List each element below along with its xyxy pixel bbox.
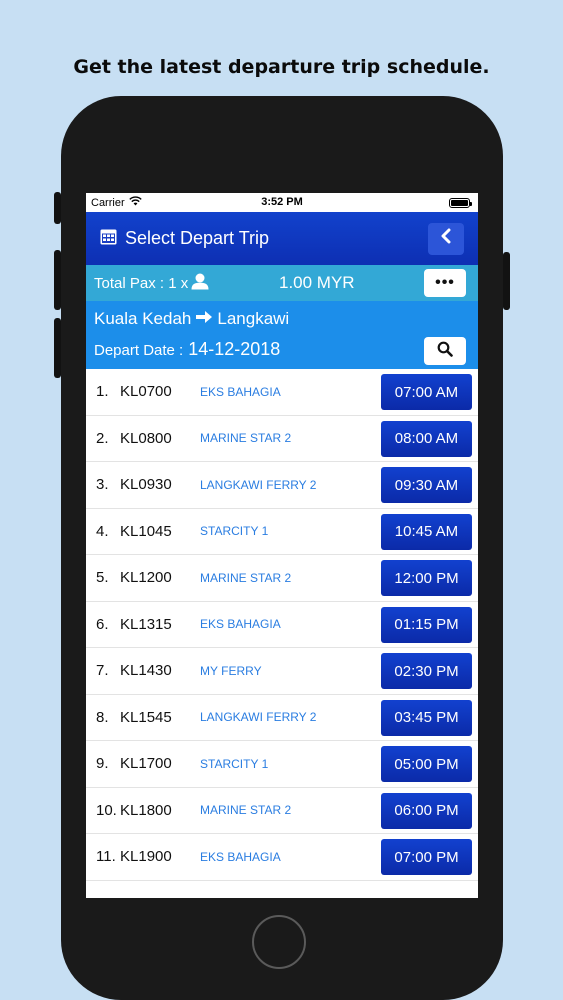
total-pax: Total Pax : 1 x: [94, 273, 209, 294]
vessel-name: MY FERRY: [200, 663, 262, 678]
trip-row[interactable]: 7. KL1430 MY FERRY 02:30 PM: [86, 648, 478, 695]
trip-code: KL1315: [120, 615, 172, 633]
vessel-name: LANGKAWI FERRY 2: [200, 710, 317, 725]
app-screen: Carrier 3:52 PM Select Depart Trip Total…: [86, 193, 478, 898]
trip-number: 4.: [96, 522, 109, 540]
trip-row[interactable]: 5. KL1200 MARINE STAR 2 12:00 PM: [86, 555, 478, 602]
route-to: Langkawi: [217, 309, 290, 328]
phone-volume-up: [54, 250, 61, 310]
vessel-name: LANGKAWI FERRY 2: [200, 477, 317, 492]
trip-row[interactable]: 9. KL1700 STARCITY 1 05:00 PM: [86, 741, 478, 788]
search-button[interactable]: [424, 337, 466, 365]
trip-number: 8.: [96, 708, 109, 726]
trip-row[interactable]: 10. KL1800 MARINE STAR 2 06:00 PM: [86, 788, 478, 834]
total-price: 1.00 MYR: [279, 273, 355, 292]
trip-number: 9.: [96, 755, 109, 773]
trip-row[interactable]: 4. KL1045 STARCITY 1 10:45 AM: [86, 509, 478, 555]
trip-code: KL0930: [120, 476, 172, 494]
trip-number: 11.: [96, 848, 116, 866]
departure-time-button[interactable]: 09:30 AM: [381, 467, 472, 503]
trip-number: 2.: [96, 429, 109, 447]
phone-side-button: [54, 192, 61, 224]
chevron-left-icon: [440, 228, 452, 249]
departure-time-button[interactable]: 05:00 PM: [381, 746, 472, 782]
departure-time-button[interactable]: 10:45 AM: [381, 513, 472, 550]
trip-number: 7.: [96, 662, 109, 680]
departure-time-button[interactable]: 06:00 PM: [381, 792, 472, 829]
status-time: 3:52 PM: [261, 196, 303, 208]
trip-code: KL1045: [120, 522, 172, 540]
promo-headline: Get the latest departure trip schedule.: [73, 56, 490, 78]
search-icon: [437, 341, 453, 362]
more-options-button[interactable]: •••: [424, 269, 466, 297]
nav-bar: Select Depart Trip: [86, 212, 478, 265]
depart-date-label: Depart Date :: [94, 342, 184, 359]
trip-code: KL1800: [120, 801, 172, 819]
page-title: Select Depart Trip: [125, 228, 270, 248]
trip-number: 5.: [96, 569, 109, 587]
departure-time-button[interactable]: 07:00 PM: [381, 839, 472, 875]
back-button[interactable]: [428, 222, 464, 255]
trip-code: KL1430: [120, 662, 172, 680]
trip-row[interactable]: 2. KL0800 MARINE STAR 2 08:00 AM: [86, 416, 478, 462]
more-icon: •••: [435, 274, 455, 291]
route: Kuala Kedah Langkawi: [94, 309, 289, 329]
vessel-name: MARINE STAR 2: [200, 431, 292, 446]
trip-code: KL1545: [120, 708, 172, 726]
trip-row[interactable]: 6. KL1315 EKS BAHAGIA 01:15 PM: [86, 602, 478, 648]
depart-date: Depart Date : 14-12-2018: [94, 339, 280, 360]
trip-row[interactable]: 11. KL1900 EKS BAHAGIA 07:00 PM: [86, 834, 478, 881]
trip-code: KL0700: [120, 383, 172, 401]
trip-code: KL0800: [120, 429, 172, 447]
trip-number: 6.: [96, 615, 109, 633]
departure-time-button[interactable]: 12:00 PM: [381, 560, 472, 596]
vessel-name: EKS BAHAGIA: [200, 384, 281, 399]
departure-time-button[interactable]: 01:15 PM: [381, 606, 472, 643]
route-bar: Kuala Kedah Langkawi Depart Date : 14-12…: [86, 301, 478, 369]
departure-time-button[interactable]: 03:45 PM: [381, 699, 472, 736]
phone-volume-down: [54, 318, 61, 378]
vessel-name: STARCITY 1: [200, 524, 269, 539]
status-bar: Carrier 3:52 PM: [86, 193, 478, 212]
trip-number: 1.: [96, 383, 109, 401]
vessel-name: EKS BAHAGIA: [200, 617, 281, 632]
trip-code: KL1900: [120, 848, 172, 866]
battery-icon: [449, 197, 472, 208]
vessel-name: STARCITY 1: [200, 756, 269, 771]
trip-number: 10.: [96, 801, 117, 819]
vessel-name: MARINE STAR 2: [200, 803, 292, 818]
departure-time-button[interactable]: 08:00 AM: [381, 420, 472, 457]
vessel-name: EKS BAHAGIA: [200, 849, 281, 864]
phone-power-button: [503, 252, 510, 310]
user-icon: [191, 273, 209, 294]
calendar-icon: [100, 228, 117, 250]
trip-list: 1. KL0700 EKS BAHAGIA 07:00 AM 2. KL0800 MARIN…: [86, 369, 478, 881]
trip-code: KL1200: [120, 569, 172, 587]
trip-row[interactable]: 1. KL0700 EKS BAHAGIA 07:00 AM: [86, 369, 478, 416]
trip-row[interactable]: 8. KL1545 LANGKAWI FERRY 2 03:45 PM: [86, 695, 478, 741]
departure-time-button[interactable]: 07:00 AM: [381, 374, 472, 410]
departure-time-button[interactable]: 02:30 PM: [381, 653, 472, 689]
depart-date-value: 14-12-2018: [188, 339, 281, 359]
route-from: Kuala Kedah: [94, 309, 192, 328]
trip-code: KL1700: [120, 755, 172, 773]
arrow-right-icon: [195, 309, 213, 329]
trip-row[interactable]: 3. KL0930 LANGKAWI FERRY 2 09:30 AM: [86, 462, 478, 509]
vessel-name: MARINE STAR 2: [200, 570, 292, 585]
total-pax-label: Total Pax : 1 x: [94, 274, 189, 292]
home-button[interactable]: [252, 915, 306, 969]
trip-number: 3.: [96, 476, 109, 494]
pax-bar: Total Pax : 1 x 1.00 MYR •••: [86, 265, 478, 301]
